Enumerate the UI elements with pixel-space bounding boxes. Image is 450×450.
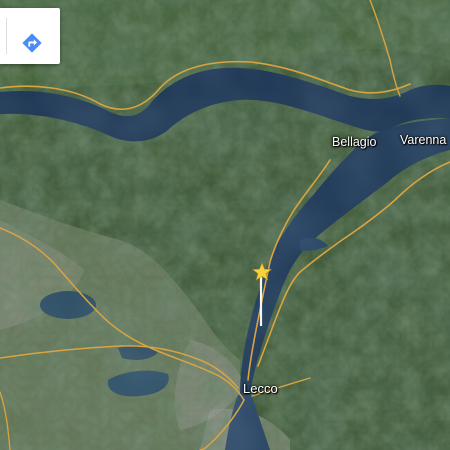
directions-card: [0, 8, 60, 64]
satellite-map[interactable]: [0, 0, 450, 450]
place-label-lecco[interactable]: Lecco: [243, 382, 278, 395]
directions-icon[interactable]: [21, 32, 43, 54]
place-label-bellagio[interactable]: Bellagio: [332, 136, 376, 149]
water-texture: [0, 0, 450, 450]
place-label-varenna[interactable]: Varenna: [400, 134, 446, 147]
card-divider: [6, 18, 7, 54]
